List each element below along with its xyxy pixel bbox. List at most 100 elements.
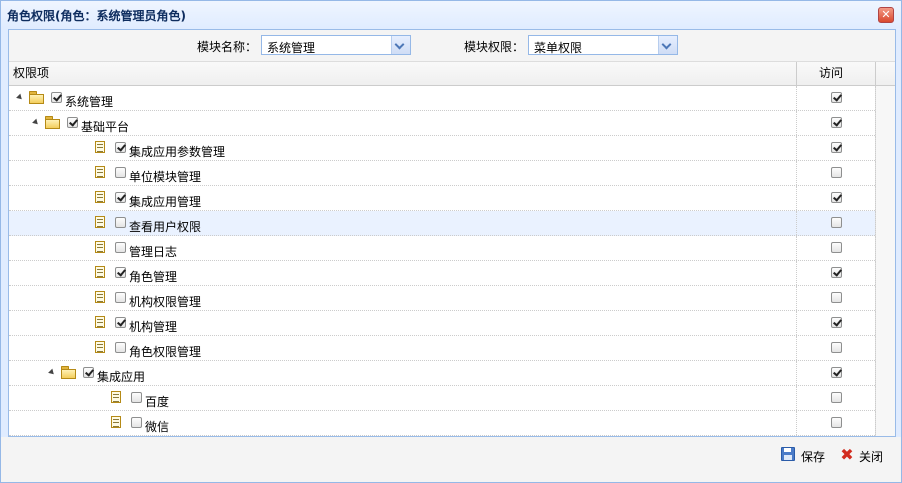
file-icon (95, 341, 105, 353)
module-permission-label: 模块权限： (464, 40, 525, 54)
access-checkbox[interactable] (831, 192, 842, 203)
node-label: 百度 (145, 395, 170, 409)
file-icon (95, 166, 105, 178)
node-label: 管理日志 (129, 245, 178, 259)
access-checkbox[interactable] (831, 267, 842, 278)
column-divider (875, 62, 876, 85)
access-cell (797, 236, 876, 260)
node-checkbox[interactable] (115, 167, 126, 178)
access-checkbox[interactable] (831, 367, 842, 378)
node-checkbox[interactable] (115, 317, 126, 328)
node-checkbox[interactable] (115, 342, 126, 353)
node-checkbox[interactable] (83, 367, 94, 378)
table-row[interactable]: 集成应用管理 (9, 186, 876, 211)
access-checkbox[interactable] (831, 142, 842, 153)
node-checkbox[interactable] (115, 192, 126, 203)
access-cell (797, 86, 876, 110)
column-header-access[interactable]: 访问 (819, 62, 843, 85)
permission-item-cell: 机构权限管理 (9, 286, 797, 310)
table-row[interactable]: 集成应用 (9, 361, 876, 386)
table-row[interactable]: 机构管理 (9, 311, 876, 336)
access-checkbox[interactable] (831, 217, 842, 228)
access-checkbox[interactable] (831, 342, 842, 353)
access-cell (797, 361, 876, 385)
file-icon (95, 316, 105, 328)
table-row[interactable]: 集成应用参数管理 (9, 136, 876, 161)
table-row[interactable]: 角色管理 (9, 261, 876, 286)
permission-item-cell: 角色权限管理 (9, 336, 797, 360)
access-checkbox[interactable] (831, 167, 842, 178)
node-label: 基础平台 (81, 120, 130, 134)
permission-item-cell: 机构管理 (9, 311, 797, 335)
node-label: 系统管理 (65, 95, 114, 109)
node-checkbox[interactable] (115, 267, 126, 278)
filter-toolbar: 模块名称： 系统管理 模块权限： 菜单权限 (9, 30, 895, 62)
column-header-permission-item[interactable]: 权限项 (13, 62, 49, 85)
table-row[interactable]: 系统管理 (9, 86, 876, 111)
access-cell (797, 336, 876, 360)
permission-item-cell: 集成应用 (9, 361, 797, 385)
node-checkbox[interactable] (115, 217, 126, 228)
table-row[interactable]: 机构权限管理 (9, 286, 876, 311)
close-button[interactable]: ✖ 关闭 (839, 447, 887, 465)
module-name-value: 系统管理 (267, 41, 316, 55)
table-row[interactable]: 角色权限管理 (9, 336, 876, 361)
expand-toggle-icon[interactable] (48, 368, 56, 377)
permission-item-cell: 百度 (9, 386, 797, 410)
access-checkbox[interactable] (831, 92, 842, 103)
expand-toggle-icon[interactable] (16, 93, 24, 102)
close-icon[interactable]: ✕ (878, 7, 894, 23)
chevron-down-icon[interactable] (658, 36, 677, 54)
folder-icon (29, 91, 44, 104)
module-name-select[interactable]: 系统管理 (261, 35, 411, 55)
node-checkbox[interactable] (131, 392, 142, 403)
chevron-down-icon[interactable] (391, 36, 410, 54)
dialog-title: 角色权限(角色：系统管理员角色) (7, 9, 186, 23)
grid-header: 权限项 访问 (9, 62, 895, 86)
table-row[interactable]: 单位模块管理 (9, 161, 876, 186)
permission-item-cell: 基础平台 (9, 111, 797, 135)
dialog-titlebar[interactable]: 角色权限(角色：系统管理员角色) ✕ (1, 1, 901, 28)
node-checkbox[interactable] (51, 92, 62, 103)
file-icon (95, 241, 105, 253)
node-checkbox[interactable] (131, 417, 142, 428)
access-checkbox[interactable] (831, 117, 842, 128)
folder-icon (45, 116, 60, 129)
file-icon (95, 191, 105, 203)
node-label: 机构权限管理 (129, 295, 202, 309)
access-cell (797, 286, 876, 310)
node-label: 微信 (145, 420, 170, 434)
table-row[interactable]: 百度 (9, 386, 876, 411)
access-cell (797, 386, 876, 410)
node-label: 角色权限管理 (129, 345, 202, 359)
expand-toggle-icon[interactable] (32, 118, 40, 127)
permission-item-cell: 系统管理 (9, 86, 797, 110)
access-checkbox[interactable] (831, 292, 842, 303)
permission-item-cell: 角色管理 (9, 261, 797, 285)
file-icon (111, 416, 121, 428)
access-cell (797, 161, 876, 185)
save-icon (781, 447, 795, 461)
access-checkbox[interactable] (831, 242, 842, 253)
table-row[interactable]: 管理日志 (9, 236, 876, 261)
node-label: 集成应用参数管理 (129, 145, 226, 159)
file-icon (95, 216, 105, 228)
save-button[interactable]: 保存 (781, 447, 829, 465)
node-checkbox[interactable] (115, 142, 126, 153)
table-row[interactable]: 查看用户权限 (9, 211, 876, 236)
node-label: 查看用户权限 (129, 220, 202, 234)
dialog-body: 模块名称： 系统管理 模块权限： 菜单权限 权限项 访问 系统管理基础平台集成应… (8, 29, 896, 437)
access-checkbox[interactable] (831, 317, 842, 328)
node-checkbox[interactable] (115, 242, 126, 253)
node-checkbox[interactable] (115, 292, 126, 303)
access-checkbox[interactable] (831, 392, 842, 403)
node-checkbox[interactable] (67, 117, 78, 128)
table-row[interactable]: 基础平台 (9, 111, 876, 136)
file-icon (95, 291, 105, 303)
permission-item-cell: 管理日志 (9, 236, 797, 260)
table-row[interactable]: 微信 (9, 411, 876, 436)
node-label: 机构管理 (129, 320, 178, 334)
access-checkbox[interactable] (831, 417, 842, 428)
module-permission-value: 菜单权限 (534, 41, 583, 55)
module-permission-select[interactable]: 菜单权限 (528, 35, 678, 55)
